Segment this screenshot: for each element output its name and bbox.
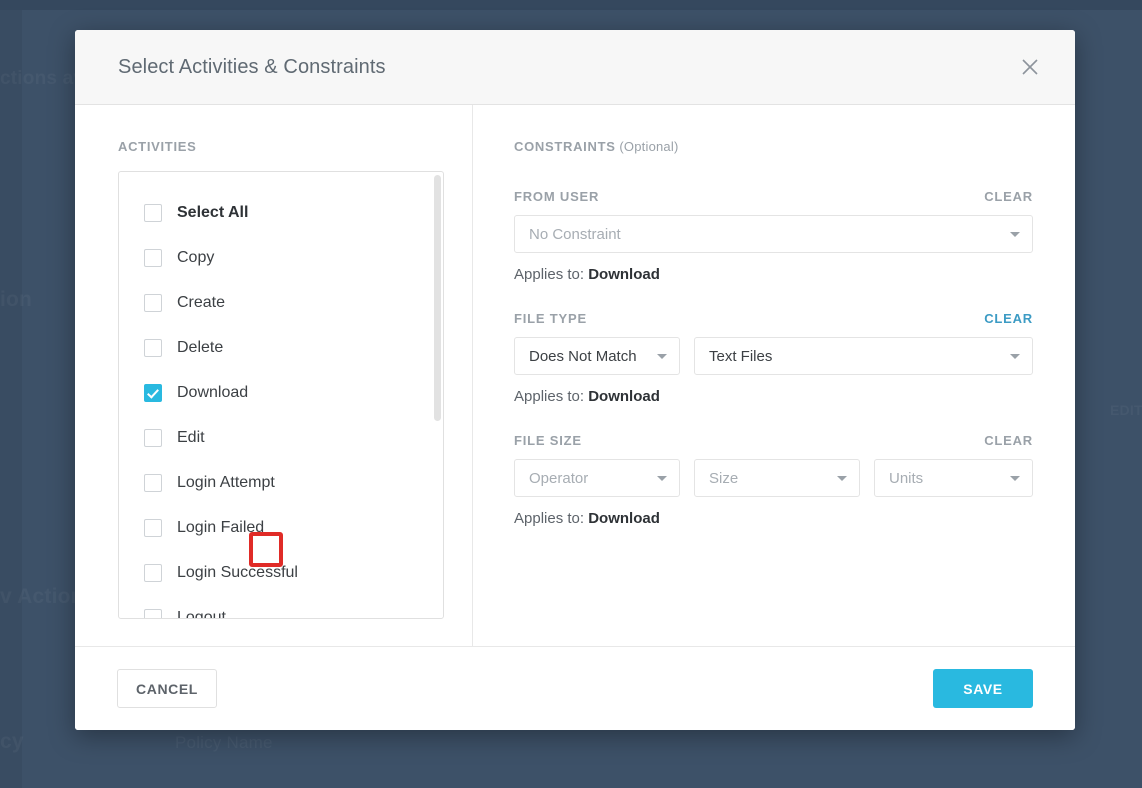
activities-scroll-area: Select All Copy Create Delete Download Edit Lo… [119, 172, 443, 618]
activities-panel: ACTIVITIES Select All Copy Create Delete Dow… [75, 105, 473, 646]
dialog-body: ACTIVITIES Select All Copy Create Delete Dow… [75, 105, 1075, 646]
clear-button-file-type[interactable]: CLEAR [984, 311, 1033, 326]
activity-row-login-successful[interactable]: Login Successful [119, 550, 443, 595]
chevron-down-icon [1010, 354, 1020, 359]
dialog-header: Select Activities & Constraints [75, 30, 1075, 105]
activities-scrollbar[interactable] [434, 173, 441, 617]
select-activities-constraints-dialog: Select Activities & Constraints ACTIVITI… [75, 30, 1075, 730]
checkbox-copy[interactable] [144, 248, 162, 267]
constraint-title: FROM USER [514, 189, 600, 204]
activity-row-logout[interactable]: Logout [119, 595, 443, 618]
constraint-block-from-user: FROM USER CLEAR No Constraint Applies to: D… [514, 189, 1033, 283]
background-left-rail [0, 10, 22, 788]
activity-row-login-attempt[interactable]: Login Attempt [119, 460, 443, 505]
cancel-button[interactable]: CANCEL [117, 669, 217, 708]
chevron-down-icon [657, 354, 667, 359]
activity-label: Login Failed [177, 518, 265, 536]
constraint-title: FILE SIZE [514, 433, 582, 448]
dialog-footer: CANCEL SAVE [75, 646, 1075, 730]
background-text: v Action [0, 585, 84, 609]
applies-to-value: Download [588, 388, 660, 405]
constraint-field-row: Does Not Match Text Files [514, 337, 1033, 375]
activity-row-copy[interactable]: Copy [119, 235, 443, 280]
checkbox-login-attempt[interactable] [144, 473, 162, 492]
constraint-header: FROM USER CLEAR [514, 189, 1033, 204]
checkbox-logout[interactable] [144, 608, 162, 618]
activity-row-edit[interactable]: Edit [119, 415, 443, 460]
file-type-value-select[interactable]: Text Files [694, 337, 1033, 375]
activity-row-download[interactable]: Download [119, 370, 443, 415]
file-type-operator-select[interactable]: Does Not Match [514, 337, 680, 375]
clear-button-from-user[interactable]: CLEAR [984, 189, 1033, 204]
checkbox-create[interactable] [144, 293, 162, 312]
activity-label: Edit [177, 428, 205, 446]
applies-to-value: Download [588, 510, 660, 527]
constraint-header: FILE TYPE CLEAR [514, 311, 1033, 326]
activity-row-delete[interactable]: Delete [119, 325, 443, 370]
constraint-block-file-size: FILE SIZE CLEAR Operator Size Units Applies t… [514, 433, 1033, 527]
applies-to-text: Applies to: Download [514, 266, 1033, 283]
activity-label: Login Successful [177, 563, 298, 581]
constraint-header: FILE SIZE CLEAR [514, 433, 1033, 448]
select-value: Does Not Match [529, 347, 637, 365]
checkbox-download[interactable] [144, 383, 162, 402]
select-value: Text Files [709, 347, 773, 365]
constraints-heading-strong: CONSTRAINTS [514, 139, 616, 154]
activity-label: Download [177, 383, 249, 401]
chevron-down-icon [1010, 476, 1020, 481]
constraints-heading-optional: (Optional) [615, 139, 679, 154]
activity-label: Delete [177, 338, 224, 356]
constraint-field-row: No Constraint [514, 215, 1033, 253]
clear-button-file-size[interactable]: CLEAR [984, 433, 1033, 448]
activity-label: Copy [177, 248, 215, 266]
close-glyph [1022, 59, 1038, 75]
activity-label: Login Attempt [177, 473, 275, 491]
checkbox-edit[interactable] [144, 428, 162, 447]
applies-to-value: Download [588, 266, 660, 283]
background-text: Policy Name [175, 733, 273, 752]
applies-to-text: Applies to: Download [514, 388, 1033, 405]
chevron-down-icon [837, 476, 847, 481]
select-value: Units [889, 469, 924, 487]
activities-label: ACTIVITIES [118, 139, 197, 154]
select-value: Size [709, 469, 739, 487]
background-text: ion [0, 288, 32, 312]
constraints-heading: CONSTRAINTS (Optional) [514, 139, 1033, 154]
activity-label: Logout [177, 608, 226, 619]
background-text: cy [0, 730, 24, 754]
constraint-block-file-type: FILE TYPE CLEAR Does Not Match Text Files Ap… [514, 311, 1033, 405]
applies-to-text: Applies to: Download [514, 510, 1033, 527]
constraints-panel: CONSTRAINTS (Optional) FROM USER CLEAR No … [473, 105, 1075, 646]
file-size-operator-select[interactable]: Operator [514, 459, 680, 497]
activities-listbox[interactable]: Select All Copy Create Delete Download Edit Lo… [118, 171, 444, 619]
constraint-blocks: FROM USER CLEAR No Constraint Applies to: D… [514, 189, 1033, 527]
applies-to-prefix: Applies to: [514, 510, 589, 527]
chevron-down-icon [1010, 232, 1020, 237]
activities-scrollbar-thumb[interactable] [434, 175, 441, 421]
file-size-value-select[interactable]: Size [694, 459, 860, 497]
checkbox-login-successful[interactable] [144, 563, 162, 582]
checkbox-delete[interactable] [144, 338, 162, 357]
constraint-field-row: Operator Size Units [514, 459, 1033, 497]
applies-to-prefix: Applies to: [514, 388, 589, 405]
background-top-strip [0, 0, 1142, 10]
constraint-title: FILE TYPE [514, 311, 587, 326]
checkbox-select-all[interactable] [144, 203, 162, 222]
activity-row-create[interactable]: Create [119, 280, 443, 325]
close-icon[interactable] [1013, 50, 1047, 84]
chevron-down-icon [657, 476, 667, 481]
activity-label: Select All [177, 203, 249, 221]
file-size-units-select[interactable]: Units [874, 459, 1033, 497]
select-value: Operator [529, 469, 589, 487]
activity-label: Create [177, 293, 226, 311]
activity-row-select-all[interactable]: Select All [119, 190, 443, 235]
select-value: No Constraint [529, 225, 621, 243]
from-user-select[interactable]: No Constraint [514, 215, 1033, 253]
background-text: EDIT [1110, 402, 1142, 418]
activity-row-login-failed[interactable]: Login Failed [119, 505, 443, 550]
applies-to-prefix: Applies to: [514, 266, 589, 283]
dialog-title: Select Activities & Constraints [118, 55, 386, 78]
checkbox-login-failed[interactable] [144, 518, 162, 537]
save-button[interactable]: SAVE [933, 669, 1033, 708]
